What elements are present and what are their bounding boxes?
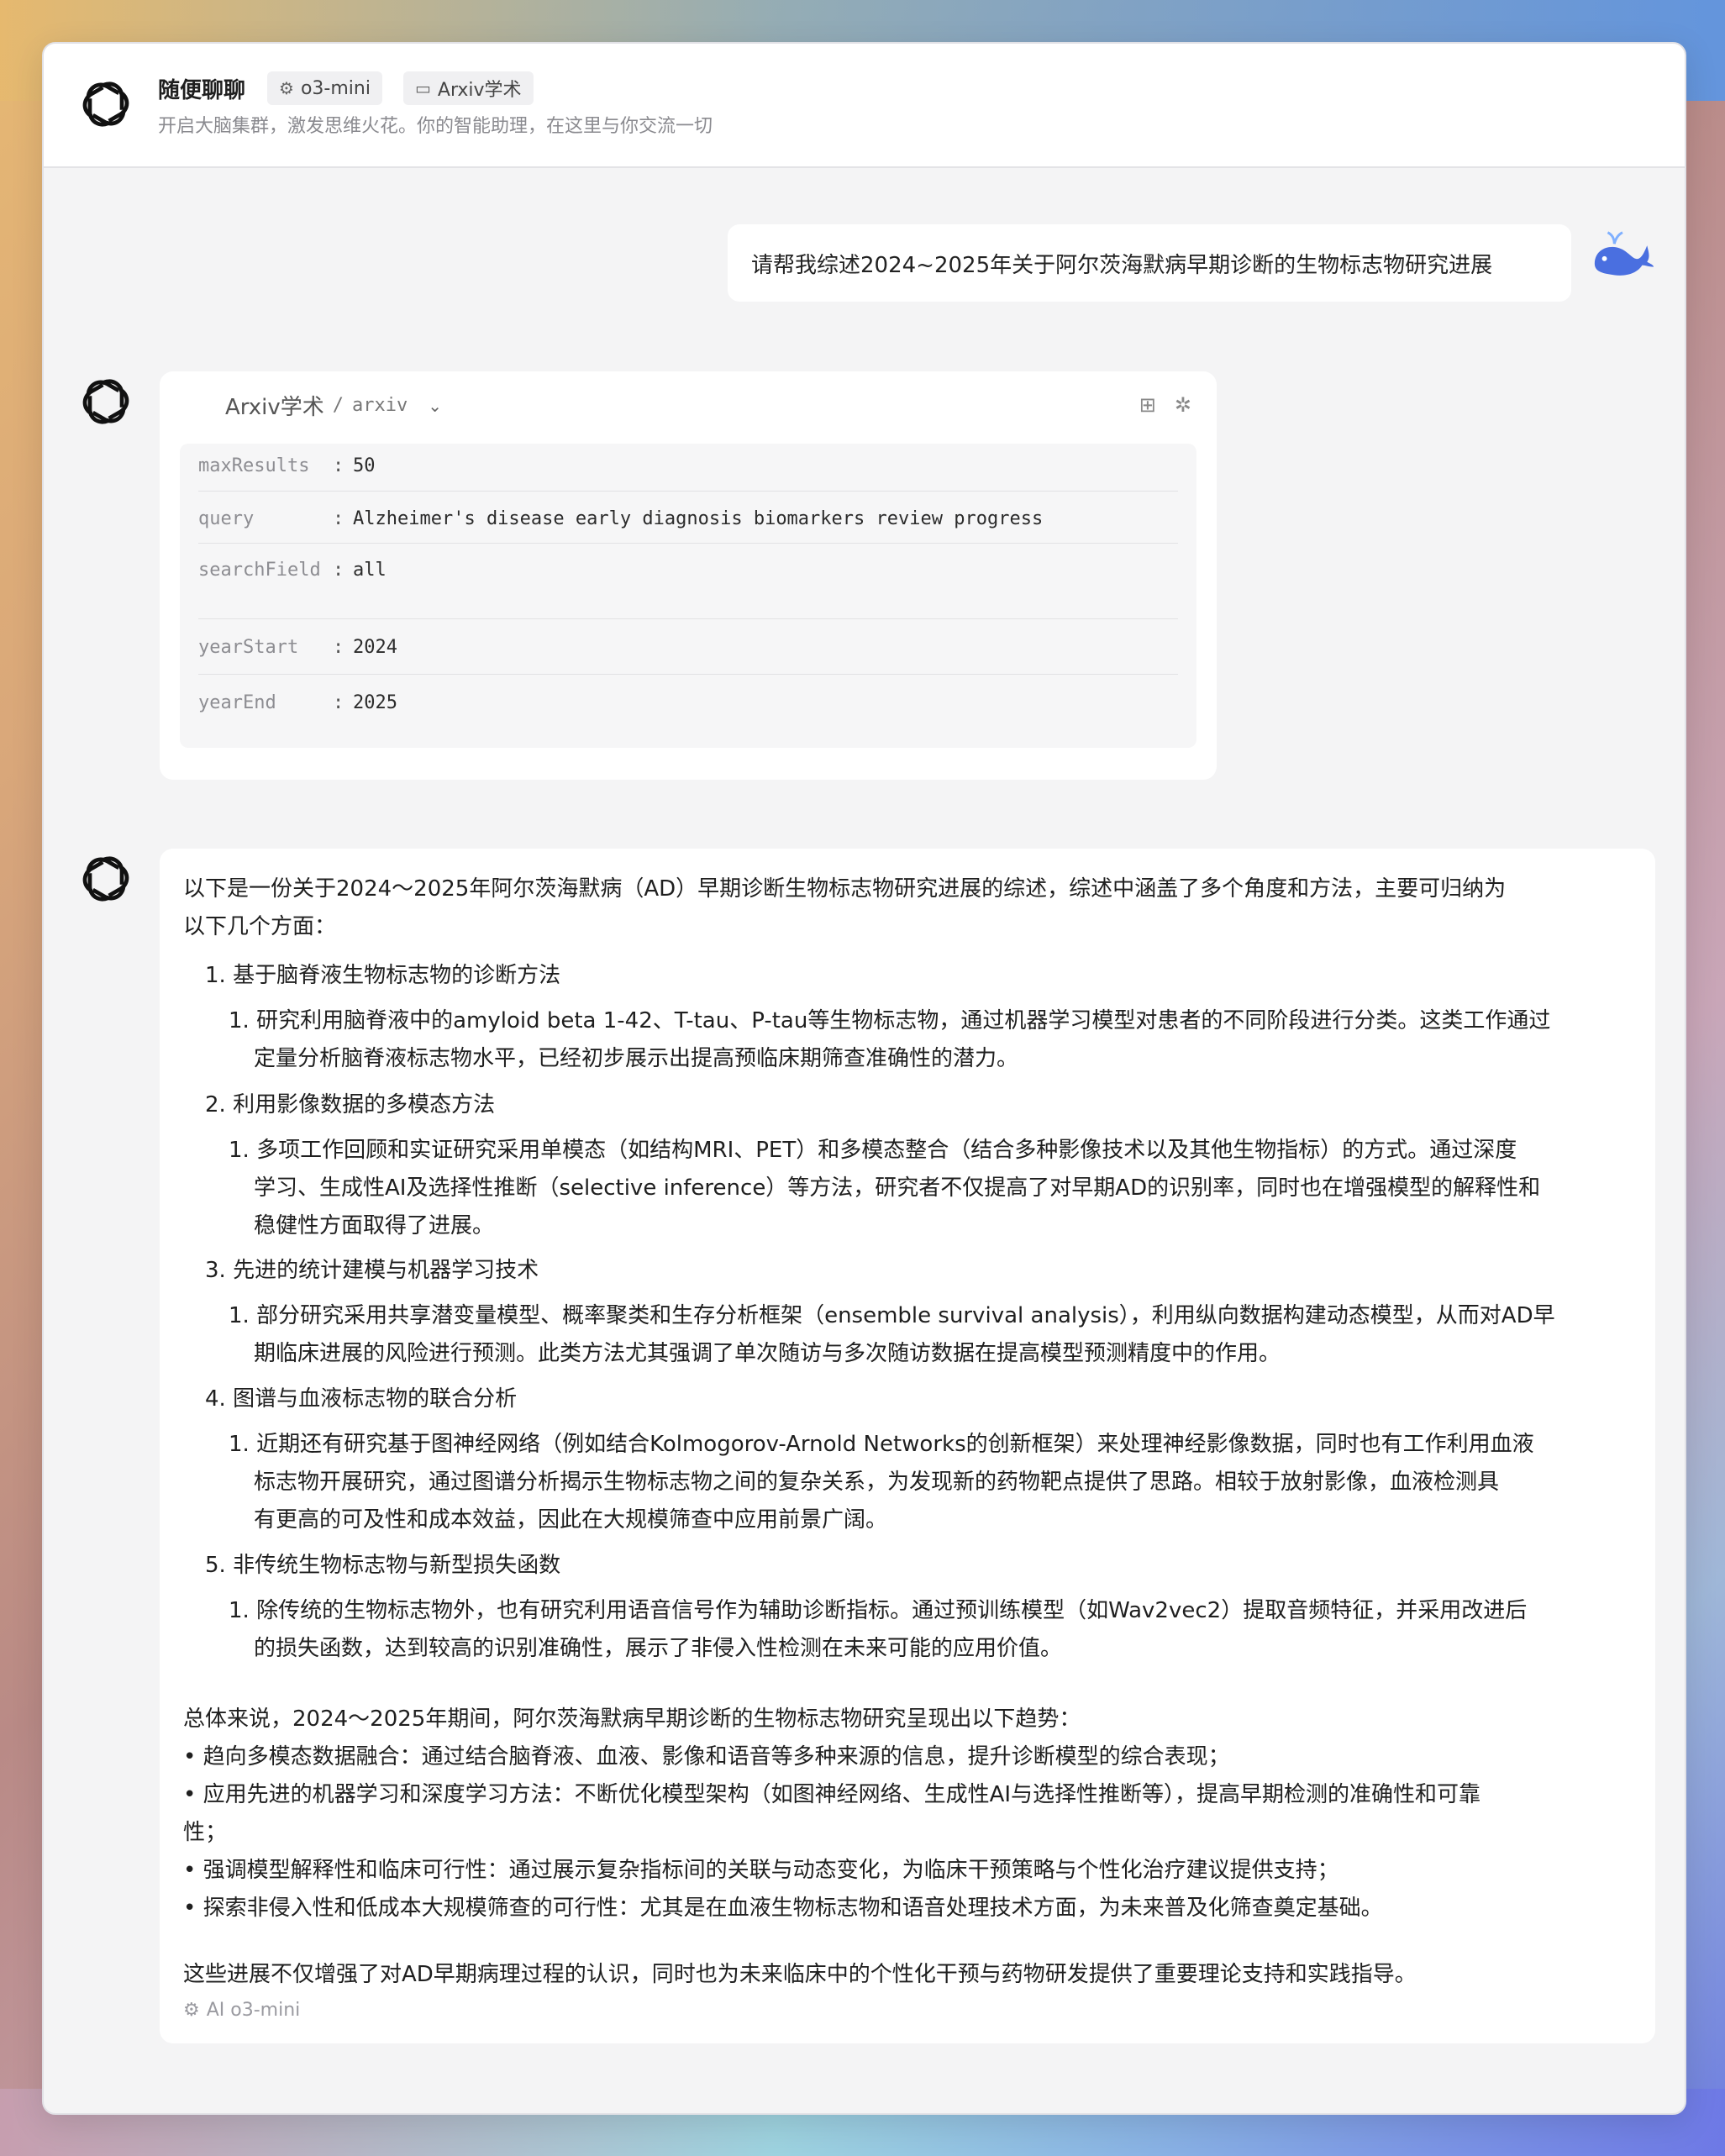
param-row: query : Alzheimer's disease early diagno…: [198, 491, 1178, 544]
section-title: 1. 基于脑脊液生物标志物的诊断方法: [205, 963, 561, 988]
tool-call-header[interactable]: Arxiv学术 / arxiv ⌄: [225, 390, 442, 421]
answer-model-footer: ⚙ AI o3-mini: [183, 2000, 300, 2021]
model-tag[interactable]: ⚙ o3-mini: [267, 71, 382, 105]
user-message-bubble: 请帮我综述2024~2025年关于阿尔茨海默病早期诊断的生物标志物研究进展: [728, 224, 1571, 302]
section-item: 稳健性方面取得了进展。: [254, 1213, 495, 1238]
assistant-answer: 以下是一份关于2024～2025年阿尔茨海默病（AD）早期诊断生物标志物研究进展…: [160, 849, 1655, 2043]
param-key: searchField: [198, 560, 321, 581]
section-title: 3. 先进的统计建模与机器学习技术: [205, 1258, 539, 1283]
param-value: 2025: [353, 692, 397, 713]
chat-subtitle: 开启大脑集群，激发思维火花。你的智能助理，在这里与你交流一切: [158, 116, 713, 137]
assistant-avatar-icon: [77, 850, 134, 907]
user-message-text: 请帮我综述2024~2025年关于阿尔茨海默病早期诊断的生物标志物研究进展: [751, 252, 1493, 278]
section-item: 学习、生成性AI及选择性推断（selective inference）等方法，研…: [254, 1175, 1541, 1201]
section-item: 标志物开展研究，通过图谱分析揭示生物标志物之间的复杂关系，为发现新的药物靶点提供…: [254, 1470, 1500, 1495]
param-row: yearEnd : 2025: [198, 692, 397, 713]
section-title: 2. 利用影像数据的多模态方法: [205, 1092, 496, 1117]
answer-conclusion: 这些进展不仅增强了对AD早期病理过程的认识，同时也为未来临床中的个性化干预与药物…: [183, 1962, 1417, 1987]
chevron-down-icon[interactable]: ⌄: [428, 396, 442, 416]
param-value: Alzheimer's disease early diagnosis biom…: [353, 508, 1044, 529]
tool-plugin-name: Arxiv学术: [225, 395, 324, 420]
model-tag-label: o3-mini: [300, 77, 371, 99]
plugin-tag-label: Arxiv学术: [437, 80, 522, 101]
section-item: 1. 研究利用脑脊液中的amyloid beta 1-42、T-tau、P-ta…: [229, 1008, 1551, 1033]
answer-intro: 以下几个方面：: [183, 914, 337, 939]
chat-window: 随便聊聊 ⚙ o3-mini ▭ Arxiv学术 开启大脑集群，激发思维火花。你…: [42, 42, 1686, 2115]
param-key: yearStart: [198, 637, 299, 658]
user-avatar-whale-icon[interactable]: [1590, 227, 1655, 281]
plugin-tag[interactable]: ▭ Arxiv学术: [403, 71, 534, 105]
tool-actions: ⊞ ✲: [1139, 393, 1191, 417]
section-title: 5. 非传统生物标志物与新型损失函数: [205, 1553, 561, 1578]
answer-model-label: AI o3-mini: [206, 2000, 301, 2021]
param-key: yearEnd: [198, 692, 276, 713]
summary-line: • 应用先进的机器学习和深度学习方法：不断优化模型架构（如图神经网络、生成性AI…: [183, 1782, 1481, 1807]
param-key: maxResults: [198, 455, 310, 476]
section-title: 4. 图谱与血液标志物的联合分析: [205, 1386, 518, 1412]
section-item: 定量分析脑脊液标志物水平，已经初步展示出提高预临床期筛查准确性的潜力。: [254, 1046, 1019, 1071]
section-item: 期临床进展的风险进行预测。此类方法尤其强调了单次随访与多次随访数据在提高模型预测…: [254, 1341, 1281, 1366]
param-key: query: [198, 508, 255, 529]
param-value: 2024: [353, 637, 397, 658]
section-item: 1. 部分研究采用共享潜变量模型、概率聚类和生存分析框架（ensemble su…: [229, 1303, 1555, 1328]
summary-line: • 探索非侵入性和低成本大规模筛查的可行性：尤其是在血液生物标志物和语音处理技术…: [183, 1896, 1383, 1921]
chat-header: 随便聊聊 ⚙ o3-mini ▭ Arxiv学术 开启大脑集群，激发思维火花。你…: [44, 44, 1685, 168]
tool-separator: /: [332, 395, 344, 416]
param-row: maxResults : 50: [198, 454, 1178, 492]
tool-api-name: arxiv: [352, 395, 408, 416]
summary-line: 性；: [183, 1820, 228, 1845]
plugin-icon: ▭: [415, 78, 431, 98]
tool-params: maxResults : 50 query : Alzheimer's dise…: [180, 444, 1196, 748]
section-item: 1. 除传统的生物标志物外，也有研究利用语音信号作为辅助诊断指标。通过预训练模型…: [229, 1598, 1528, 1623]
summary-line: • 趋向多模态数据融合：通过结合脑脊液、血液、影像和语音等多种来源的信息，提升诊…: [183, 1744, 1230, 1769]
model-icon: ⚙: [183, 2000, 200, 2021]
section-item: 的损失函数，达到较高的识别准确性，展示了非侵入性检测在未来可能的应用价值。: [254, 1636, 1063, 1661]
param-row: searchField : all: [198, 543, 1178, 619]
param-value: 50: [353, 455, 376, 476]
layout-icon[interactable]: ⊞: [1139, 393, 1156, 417]
summary-line: • 强调模型解释性和临床可行性：通过展示复杂指标间的关联与动态变化，为临床干预策…: [183, 1858, 1339, 1883]
assistant-avatar-icon: [77, 373, 134, 430]
section-item: 1. 近期还有研究基于图神经网络（例如结合Kolmogorov-Arnold N…: [229, 1432, 1534, 1457]
section-item: 1. 多项工作回顾和实证研究采用单模态（如结构MRI、PET）和多模态整合（结合…: [229, 1138, 1517, 1163]
param-row: yearStart : 2024: [198, 618, 1178, 675]
model-icon: ⚙: [279, 78, 294, 98]
section-item: 有更高的可及性和成本效益，因此在大规模筛查中应用前景广阔。: [254, 1507, 888, 1533]
summary-line: 总体来说，2024～2025年期间，阿尔茨海默病早期诊断的生物标志物研究呈现出以…: [183, 1706, 1081, 1732]
assistant-avatar-icon: [77, 76, 134, 133]
tool-call-card: Arxiv学术 / arxiv ⌄ ⊞ ✲ maxResults : 50 qu…: [160, 371, 1217, 780]
param-value: all: [353, 560, 387, 581]
answer-intro: 以下是一份关于2024～2025年阿尔茨海默病（AD）早期诊断生物标志物研究进展…: [183, 876, 1507, 902]
bug-icon[interactable]: ✲: [1175, 393, 1191, 417]
chat-title: 随便聊聊: [158, 78, 246, 103]
